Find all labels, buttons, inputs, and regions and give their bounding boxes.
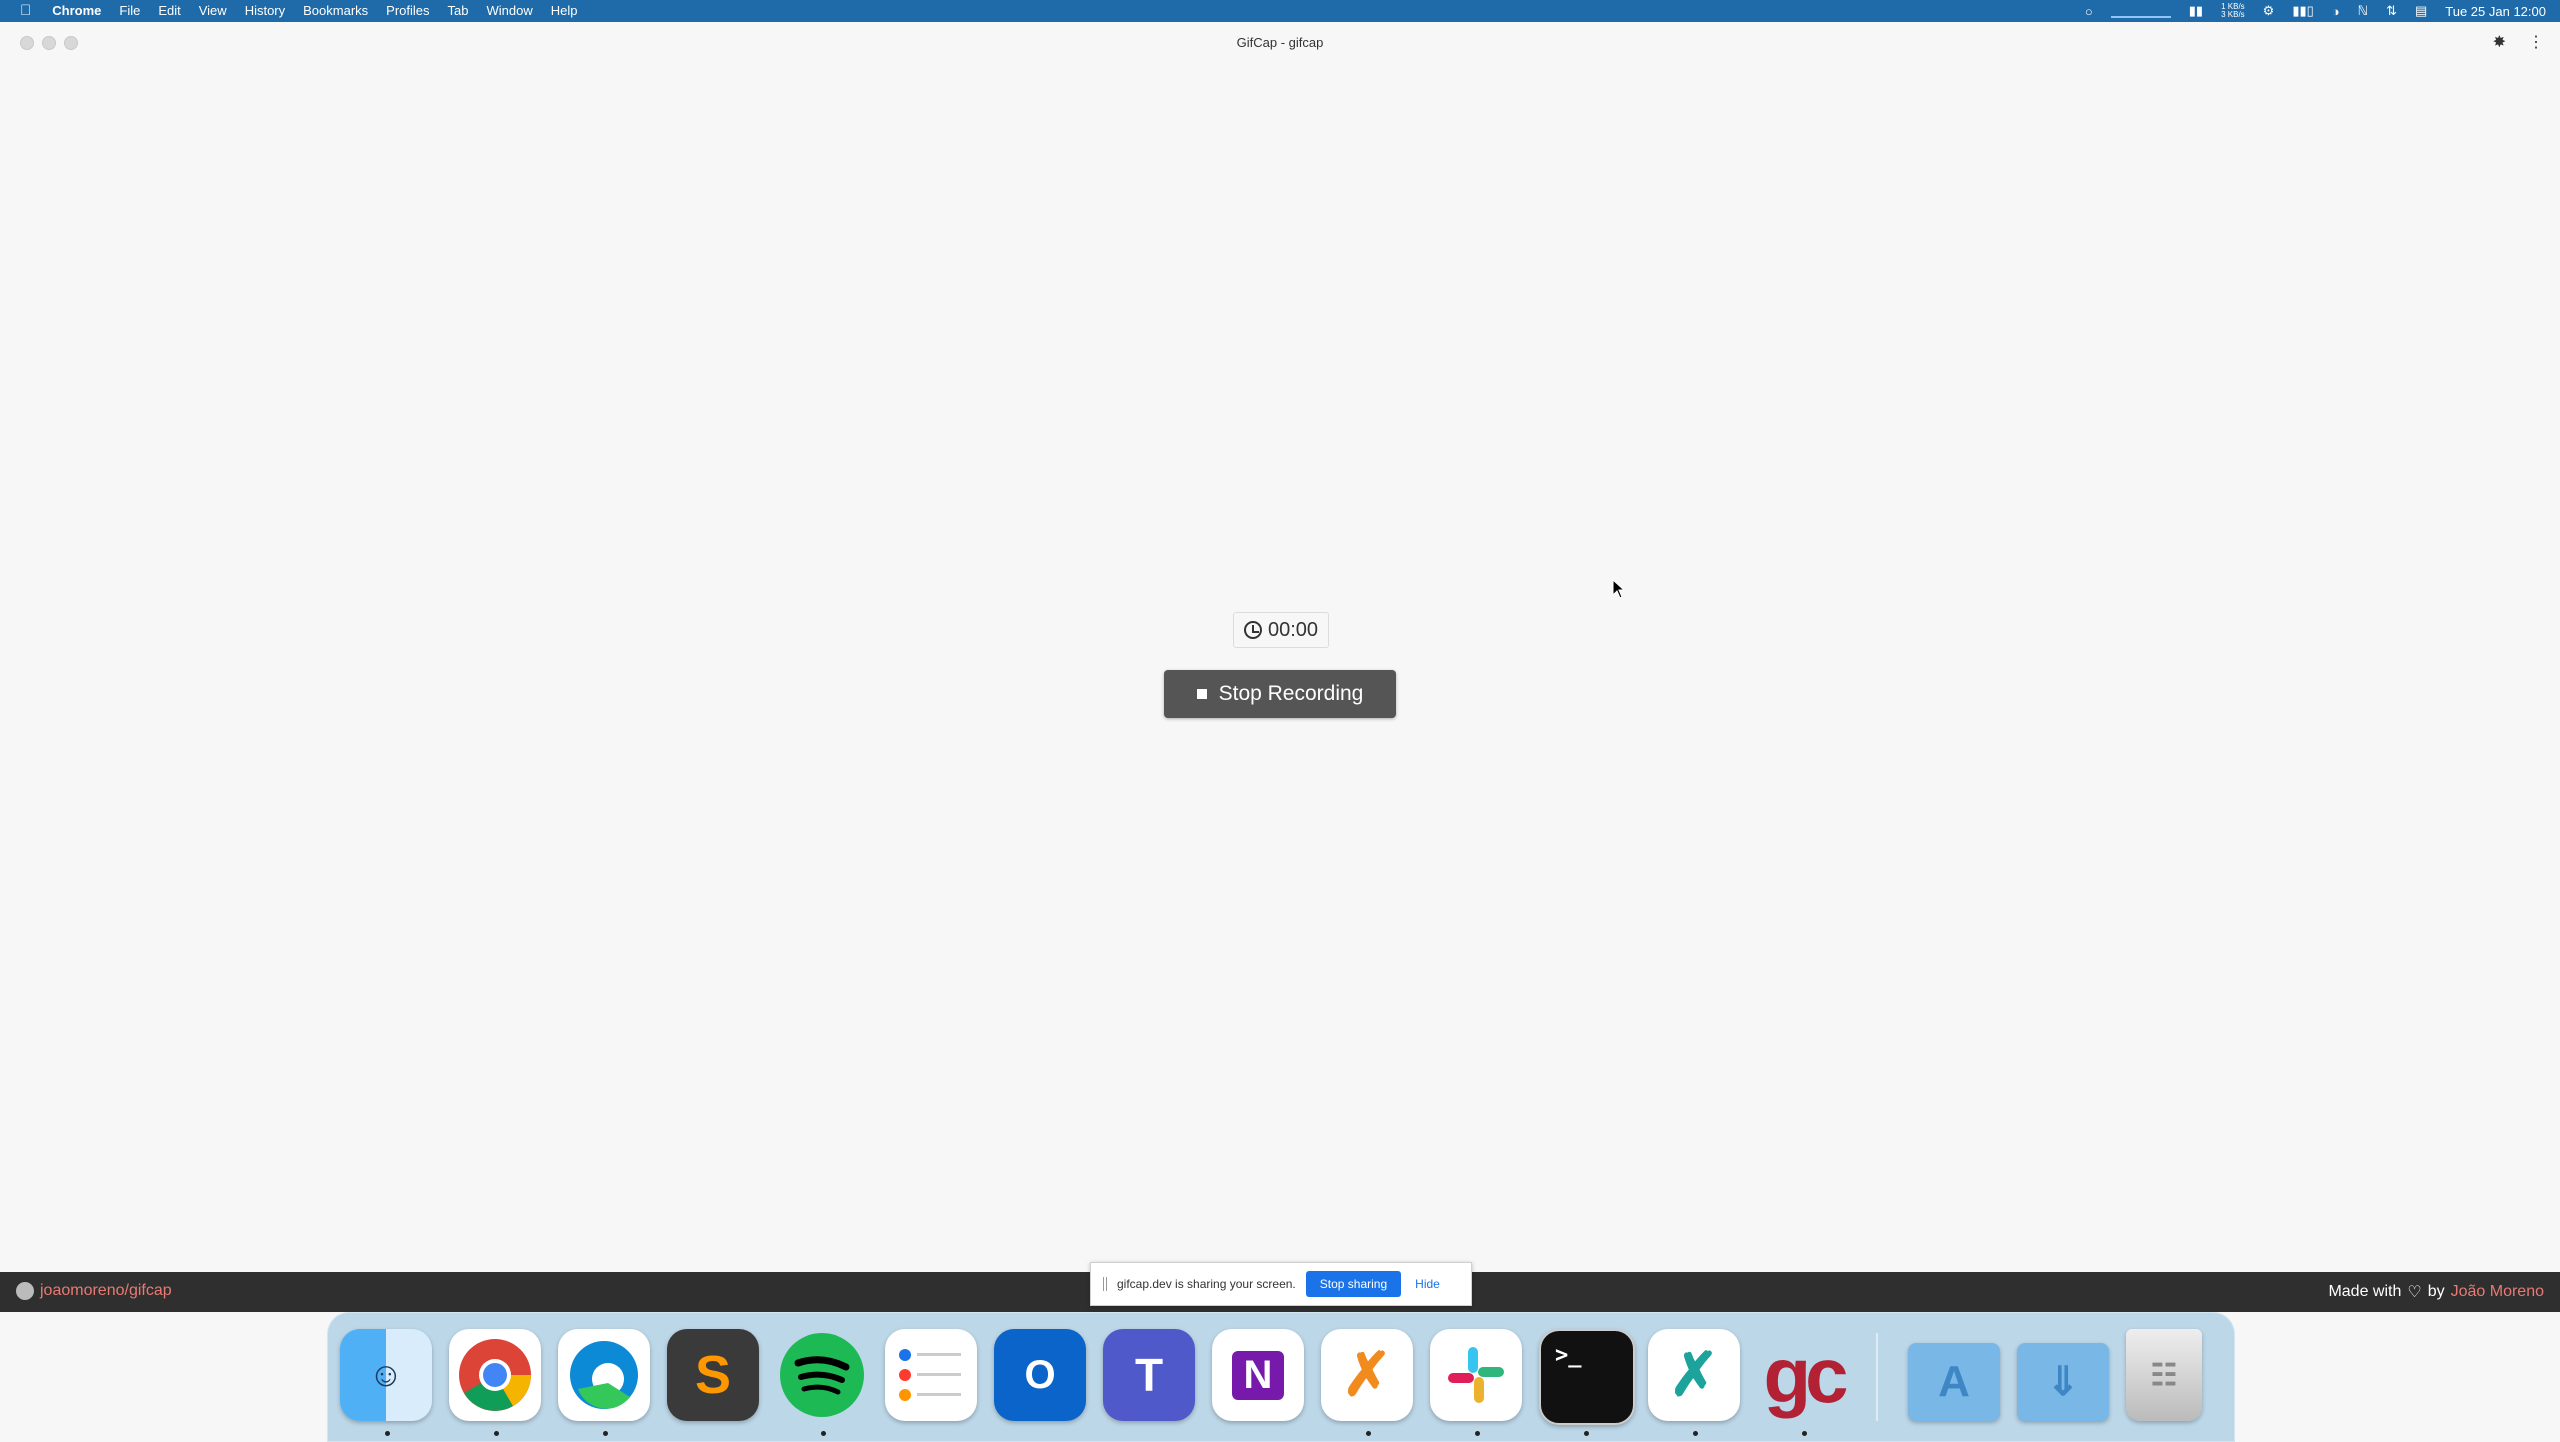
running-indicator	[1802, 1431, 1807, 1436]
gifcap-icon[interactable]: gc	[1757, 1329, 1849, 1421]
menu-bar:  Chrome File Edit View History Bookmark…	[0, 0, 2560, 22]
github-icon	[16, 1282, 34, 1300]
repo-link[interactable]: joaomoreno/gifcap	[40, 1282, 172, 1300]
made-with-text: Made with	[2328, 1283, 2402, 1300]
edge-logo-icon	[570, 1341, 638, 1409]
menubar-clock[interactable]: Tue 25 Jan 12:00	[2445, 4, 2546, 19]
mouse-pointer-icon	[1612, 579, 1626, 599]
menu-view[interactable]: View	[190, 0, 236, 22]
running-indicator	[1584, 1431, 1589, 1436]
status-area: ○ ▮▮ 1 KB/s 3 KB/s ⚙ ▮▮▯ ◑ ℕ ⇅ ▤ Tue 25 …	[2085, 0, 2560, 22]
onenote-letter: N	[1231, 1350, 1285, 1400]
applications-folder-icon[interactable]: A	[1908, 1343, 2000, 1421]
spotify-icon[interactable]	[776, 1329, 868, 1421]
running-indicator	[1366, 1431, 1371, 1436]
minimize-window-button[interactable]	[42, 36, 56, 50]
author-link[interactable]: João Moreno	[2451, 1283, 2544, 1301]
zoom-window-button[interactable]	[64, 36, 78, 50]
finder-icon[interactable]: ☺	[340, 1329, 432, 1421]
dock-separator	[1876, 1333, 1878, 1421]
hide-banner-button[interactable]: Hide	[1415, 1277, 1440, 1291]
menu-help[interactable]: Help	[542, 0, 587, 22]
close-window-button[interactable]	[20, 36, 34, 50]
running-indicator	[821, 1431, 826, 1436]
reminders-list-icon	[899, 1349, 961, 1401]
onenote-icon[interactable]: N	[1212, 1329, 1304, 1421]
slack-logo-icon	[1448, 1347, 1504, 1403]
trash-icon[interactable]: ☷	[2126, 1329, 2202, 1421]
globe-icon[interactable]: ○	[2085, 4, 2093, 19]
outlook-letter: O	[1024, 1352, 1056, 1397]
running-indicator	[494, 1431, 499, 1436]
screen-sharing-banner: gifcap.dev is sharing your screen. Stop …	[1090, 1262, 1472, 1306]
menu-history[interactable]: History	[236, 0, 294, 22]
downloads-folder-icon[interactable]: ⇓	[2017, 1343, 2109, 1421]
control-center-icon[interactable]: ▤	[2415, 3, 2427, 19]
cpu-graph-icon[interactable]	[2110, 4, 2171, 18]
vpn-icon[interactable]: ⚙	[2263, 3, 2275, 19]
menu-profiles[interactable]: Profiles	[377, 0, 438, 22]
more-menu-icon[interactable]: ⋮	[2528, 32, 2544, 52]
sublime-text-icon[interactable]: S	[667, 1329, 759, 1421]
recording-timer: 00:00	[1233, 612, 1329, 648]
menu-bookmarks[interactable]: Bookmarks	[294, 0, 377, 22]
menu-file[interactable]: File	[110, 0, 149, 22]
gifcap-letters: gc	[1763, 1330, 1848, 1419]
terminal-prompt: >_	[1555, 1343, 1582, 1368]
reminders-icon[interactable]	[885, 1329, 977, 1421]
running-indicator	[385, 1431, 390, 1436]
apple-menu-icon[interactable]: 	[0, 0, 43, 22]
running-indicator	[1475, 1431, 1480, 1436]
running-indicator	[1693, 1431, 1698, 1436]
stop-recording-label: Stop Recording	[1218, 682, 1364, 705]
by-text: by	[2427, 1283, 2445, 1300]
slack-icon[interactable]	[1430, 1329, 1522, 1421]
running-indicator	[603, 1431, 608, 1436]
bluetooth-icon[interactable]: ℕ	[2358, 3, 2368, 19]
clock-icon	[1243, 621, 1262, 639]
vscode-icon[interactable]: ✗	[1648, 1329, 1740, 1421]
wifi-icon[interactable]: ◑	[2332, 4, 2340, 19]
extensions-puzzle-icon[interactable]: ✸	[2493, 32, 2506, 52]
menu-tab[interactable]: Tab	[439, 0, 478, 22]
menu-chrome[interactable]: Chrome	[43, 0, 110, 22]
window-title: GifCap - gifcap	[1236, 34, 1324, 50]
menu-window[interactable]: Window	[478, 0, 542, 22]
edge-icon[interactable]	[558, 1329, 650, 1421]
app-main	[0, 62, 2560, 1272]
chrome-logo-icon	[459, 1339, 531, 1411]
drag-handle-icon[interactable]	[1103, 1277, 1107, 1291]
vscode-insiders-icon[interactable]: ✗	[1321, 1329, 1413, 1421]
stop-recording-button[interactable]: Stop Recording	[1164, 670, 1396, 718]
chrome-icon[interactable]	[449, 1329, 541, 1421]
net-down: 3 KB/s	[2221, 10, 2245, 19]
terminal-icon[interactable]: >_	[1539, 1329, 1635, 1425]
menu-edit[interactable]: Edit	[149, 0, 189, 22]
airdrop-icon[interactable]: ⇅	[2386, 3, 2397, 19]
stop-sharing-button[interactable]: Stop sharing	[1305, 1271, 1402, 1297]
battery-icon[interactable]: ▮▮▯	[2292, 3, 2313, 19]
teams-icon[interactable]: T	[1103, 1329, 1195, 1421]
spotify-logo-icon	[780, 1333, 864, 1417]
network-stats[interactable]: 1 KB/s 3 KB/s	[2221, 3, 2245, 19]
outlook-icon[interactable]: O	[994, 1329, 1086, 1421]
window-controls	[20, 36, 78, 50]
timer-value: 00:00	[1267, 618, 1319, 641]
dock: ☺ S O T N ✗ >_ ✗ gc A ⇓ ☷	[327, 1312, 2235, 1442]
memory-icon[interactable]: ▮▮	[2189, 3, 2203, 19]
heart-icon: ♡	[2407, 1284, 2422, 1301]
stop-icon	[1196, 689, 1207, 699]
window-titlebar: GifCap - gifcap ✸ ⋮	[0, 22, 2560, 62]
sharing-message: gifcap.dev is sharing your screen.	[1117, 1277, 1296, 1291]
